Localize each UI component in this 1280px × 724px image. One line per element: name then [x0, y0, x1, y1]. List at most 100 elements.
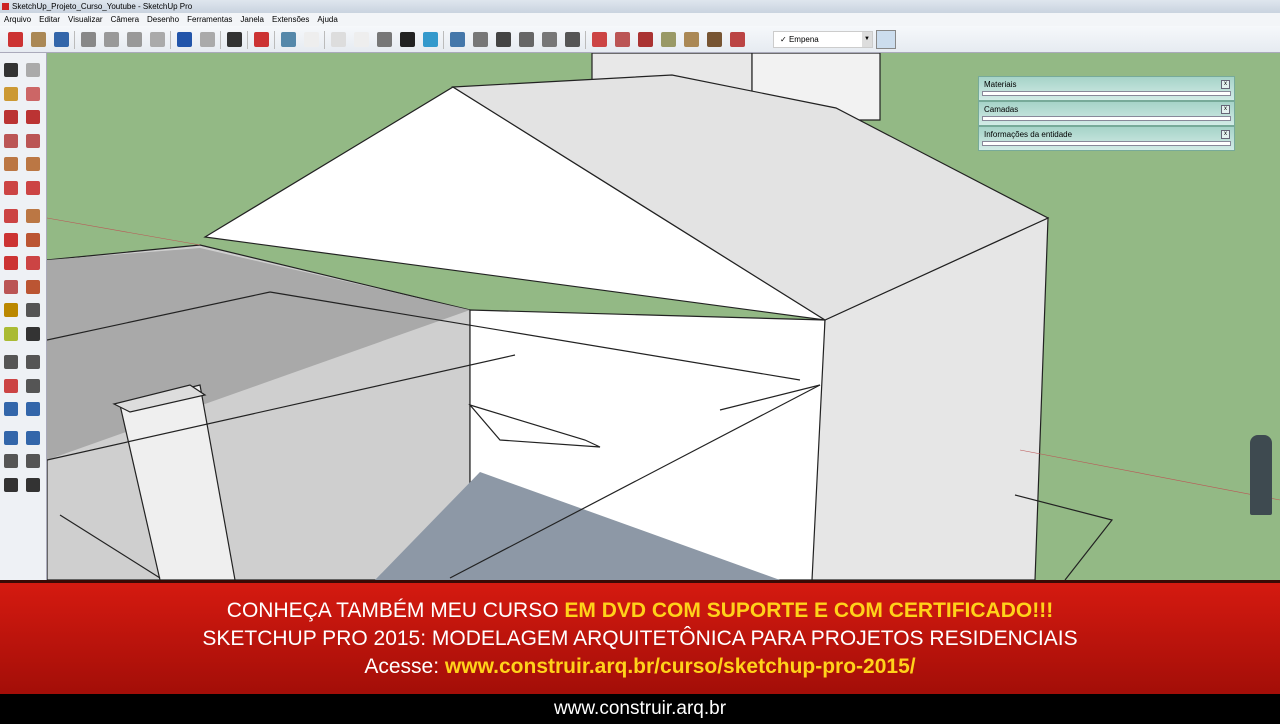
dimension-tool-icon[interactable]: [4, 355, 18, 369]
section-display-icon[interactable]: [615, 32, 630, 47]
banner-line1-highlight: EM DVD COM SUPORTE E COM CERTIFICADO!!!: [564, 599, 1054, 622]
previous-tool-icon[interactable]: [26, 430, 40, 445]
rotate-tool-icon[interactable]: [4, 256, 18, 270]
iso-view-icon[interactable]: [281, 32, 296, 47]
menu-arquivo[interactable]: Arquivo: [0, 13, 35, 26]
pushpull-tool-icon[interactable]: [26, 232, 40, 247]
look-around-tool-icon[interactable]: [26, 454, 40, 468]
redo-icon[interactable]: [200, 32, 215, 47]
banner-link[interactable]: www.construir.arq.br/curso/sketchup-pro-…: [445, 655, 916, 678]
menu-ferramentas[interactable]: Ferramentas: [183, 13, 236, 26]
main-toolbar: [0, 26, 1280, 53]
menu-janela[interactable]: Janela: [236, 13, 268, 26]
zoom-tool-icon[interactable]: [4, 402, 18, 416]
terrain-icon[interactable]: [684, 32, 699, 47]
line-tool-icon[interactable]: [4, 110, 18, 124]
shaded-icon[interactable]: [400, 32, 415, 47]
right-view-icon[interactable]: [473, 32, 488, 47]
sandbox-icon[interactable]: [661, 32, 676, 47]
menu-bar: Arquivo Editar Visualizar Câmera Desenho Ferr…: [0, 13, 1280, 26]
walk-tool-icon[interactable]: [4, 477, 18, 492]
orbit-tool-icon[interactable]: [4, 378, 18, 393]
house-icon[interactable]: [565, 32, 580, 47]
check-icon: ✓: [780, 35, 787, 44]
tray-collapse-bar[interactable]: [982, 91, 1231, 96]
eraser-tool-icon[interactable]: [26, 86, 40, 101]
open-icon[interactable]: [31, 32, 46, 47]
zoom-extents-tool-icon[interactable]: [4, 430, 18, 445]
tray-panel: Materiais x Camadas x Informações da entidad…: [978, 76, 1235, 151]
close-icon[interactable]: x: [1221, 80, 1230, 89]
print-icon[interactable]: [227, 32, 242, 47]
close-icon[interactable]: x: [1221, 105, 1230, 114]
menu-desenho[interactable]: Desenho: [143, 13, 183, 26]
undo-icon[interactable]: [177, 32, 192, 47]
menu-editar[interactable]: Editar: [35, 13, 64, 26]
position-camera-tool-icon[interactable]: [4, 454, 18, 468]
layer-select[interactable]: ✓ Empena ▼: [773, 31, 873, 48]
component-tool-icon[interactable]: [26, 63, 40, 77]
circle-tool-icon[interactable]: [4, 157, 18, 171]
section-tool-icon[interactable]: [26, 477, 40, 492]
polygon-tool-icon[interactable]: [26, 157, 40, 171]
tray-title: Informações da entidade: [984, 130, 1073, 139]
copy-icon[interactable]: [104, 32, 119, 47]
zoom-window-tool-icon[interactable]: [26, 402, 40, 416]
arc-3pt-tool-icon[interactable]: [4, 209, 18, 223]
select-tool-icon[interactable]: [4, 63, 18, 77]
menu-visualizar[interactable]: Visualizar: [64, 13, 107, 26]
shaded-texture-icon[interactable]: [423, 32, 438, 47]
section-plane-icon[interactable]: [592, 32, 607, 47]
3dtext-tool-icon[interactable]: [26, 355, 40, 369]
front-view-icon[interactable]: [450, 32, 465, 47]
new-icon[interactable]: [8, 32, 23, 47]
tape-tool-icon[interactable]: [4, 303, 18, 317]
flip-icon[interactable]: [730, 32, 745, 47]
freehand-tool-icon[interactable]: [26, 110, 40, 124]
styles-icon[interactable]: [638, 32, 653, 47]
erase-icon[interactable]: [150, 32, 165, 47]
axes-tool-icon[interactable]: [26, 326, 40, 341]
tray-collapse-bar[interactable]: [982, 141, 1231, 146]
pie-tool-icon[interactable]: [26, 209, 40, 223]
footer-url[interactable]: www.construir.arq.br: [0, 694, 1280, 720]
close-icon[interactable]: x: [1221, 130, 1230, 139]
title-bar: SketchUp_Projeto_Curso_Youtube - SketchU…: [0, 0, 1280, 13]
arc-tool-icon[interactable]: [4, 180, 18, 195]
tray-collapse-bar[interactable]: [982, 116, 1231, 121]
move-tool-icon[interactable]: [4, 232, 18, 247]
banner-line1: CONHEÇA TAMBÉM MEU CURSO: [226, 599, 565, 622]
back-view-icon[interactable]: [519, 32, 534, 47]
pan-tool-icon[interactable]: [26, 378, 40, 393]
stamp-icon[interactable]: [707, 32, 722, 47]
rotated-rect-tool-icon[interactable]: [26, 133, 40, 148]
paint-tool-icon[interactable]: [4, 86, 18, 101]
home-icon[interactable]: [496, 32, 511, 47]
menu-extensões[interactable]: Extensões: [268, 13, 313, 26]
wireframe-icon[interactable]: [354, 32, 369, 47]
paste-icon[interactable]: [127, 32, 142, 47]
rectangle-tool-icon[interactable]: [4, 133, 18, 148]
layer-manager-button[interactable]: [876, 30, 896, 49]
hidden-line-icon[interactable]: [377, 32, 392, 47]
scale-tool-icon[interactable]: [4, 279, 18, 294]
text-tool-icon[interactable]: [26, 303, 40, 317]
followme-tool-icon[interactable]: [26, 256, 40, 270]
arc-2pt-tool-icon[interactable]: [26, 180, 40, 195]
tray-1[interactable]: Camadas x: [978, 101, 1235, 126]
top-view-icon[interactable]: [304, 32, 319, 47]
layer-value: Empena: [788, 35, 819, 44]
left-view-icon[interactable]: [542, 32, 557, 47]
promo-banner: CONHEÇA TAMBÉM MEU CURSO EM DVD COM SUPO…: [0, 580, 1280, 694]
xray-icon[interactable]: [331, 32, 346, 47]
model-info-icon[interactable]: [254, 32, 269, 47]
menu-câmera[interactable]: Câmera: [107, 13, 143, 26]
cut-icon[interactable]: [81, 32, 96, 47]
protractor-tool-icon[interactable]: [4, 326, 18, 341]
offset-tool-icon[interactable]: [26, 279, 40, 294]
chevron-down-icon[interactable]: ▼: [862, 32, 872, 47]
tray-0[interactable]: Materiais x: [978, 76, 1235, 101]
tray-2[interactable]: Informações da entidade x: [978, 126, 1235, 151]
save-icon[interactable]: [54, 32, 69, 47]
menu-ajuda[interactable]: Ajuda: [313, 13, 341, 26]
